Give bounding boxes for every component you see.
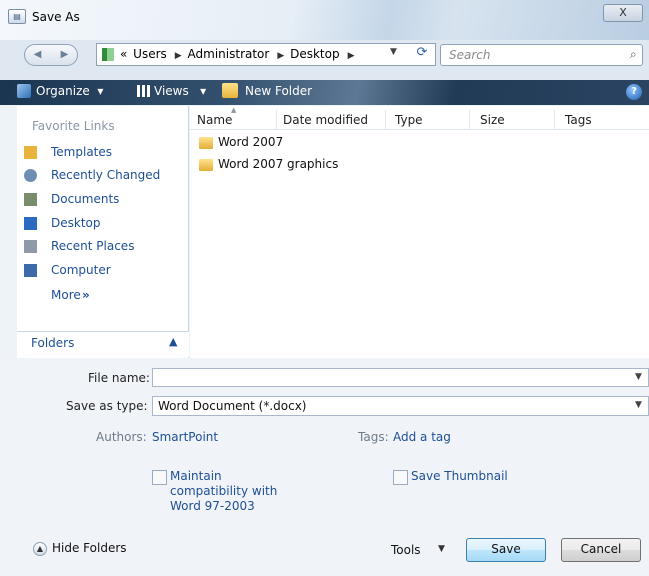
folder-icon — [24, 146, 37, 159]
cancel-button[interactable]: Cancel — [561, 538, 641, 562]
nav-item-label: Documents — [51, 192, 120, 206]
column-divider[interactable] — [276, 110, 277, 130]
file-name: Word 2007 — [218, 135, 284, 149]
save-as-type-dropdown-icon[interactable]: ▼ — [635, 400, 642, 410]
compatibility-label[interactable]: Maintain compatibility with Word 97-2003 — [170, 469, 277, 514]
recent-places-icon — [24, 240, 37, 253]
folder-icon — [199, 137, 213, 149]
nav-item-label: Desktop — [51, 216, 101, 230]
breadcrumb-chevron-icon[interactable]: ▶ — [175, 51, 182, 61]
nav-item-recent-places[interactable]: Recent Places — [22, 238, 182, 258]
recent-icon — [24, 169, 37, 182]
documents-icon — [24, 193, 37, 206]
tools-dropdown-icon[interactable]: ▼ — [438, 544, 445, 554]
window-title: Save As — [32, 10, 80, 24]
nav-item-desktop[interactable]: Desktop — [22, 215, 182, 235]
nav-item-label: Computer — [51, 263, 111, 277]
nav-item-label: Recently Changed — [51, 168, 161, 182]
compatibility-label-line: Word 97-2003 — [170, 499, 255, 513]
close-button[interactable]: X — [603, 4, 643, 22]
window-icon: ▤ — [8, 9, 26, 24]
file-row-word-2007[interactable]: Word 2007 — [199, 134, 399, 154]
column-date-modified[interactable]: Date modified — [283, 113, 368, 127]
forward-button[interactable]: ▶ — [51, 44, 78, 66]
nav-item-recently-changed[interactable]: Recently Changed — [22, 167, 182, 187]
breadcrumb-chevron-icon[interactable]: ▶ — [348, 51, 355, 61]
column-type[interactable]: Type — [395, 113, 423, 127]
nav-item-documents[interactable]: Documents — [22, 191, 182, 211]
compatibility-label-line: Maintain — [170, 469, 222, 483]
organize-label: Organize — [36, 84, 90, 98]
column-name[interactable]: Name — [197, 113, 232, 127]
search-input[interactable]: Search — [440, 44, 643, 66]
save-as-type-select[interactable]: Word Document (*.docx) — [152, 396, 649, 416]
more-link[interactable]: More — [51, 288, 81, 302]
hide-folders-button[interactable]: Hide Folders — [52, 541, 127, 555]
nav-item-label: Recent Places — [51, 239, 135, 253]
title-bar — [0, 0, 649, 40]
breadcrumb-item-administrator[interactable]: Administrator — [188, 47, 270, 61]
column-divider[interactable] — [469, 110, 470, 130]
column-size[interactable]: Size — [480, 113, 505, 127]
breadcrumb-item-desktop[interactable]: Desktop — [290, 47, 340, 61]
refresh-icon[interactable]: ⟳ — [412, 45, 432, 63]
breadcrumb-overflow[interactable]: « — [120, 47, 127, 61]
computer-icon — [24, 264, 37, 277]
desktop-icon — [24, 217, 37, 230]
tags-label: Tags: — [358, 430, 389, 444]
folders-label[interactable]: Folders — [31, 336, 74, 350]
collapse-icon[interactable]: ▲ — [33, 542, 47, 556]
compatibility-checkbox[interactable] — [152, 470, 167, 485]
back-button[interactable]: ◀ — [24, 44, 51, 66]
file-name-input[interactable] — [152, 368, 649, 387]
double-chevron-icon[interactable]: » — [82, 288, 90, 302]
file-name-label: File name: — [88, 371, 150, 385]
breadcrumb-chevron-icon[interactable]: ▶ — [277, 51, 284, 61]
column-tags[interactable]: Tags — [565, 113, 592, 127]
save-thumbnail-label[interactable]: Save Thumbnail — [411, 469, 508, 483]
search-icon[interactable]: ⌕ — [630, 47, 637, 62]
views-menu[interactable]: Views ▾ — [154, 84, 206, 98]
organize-menu[interactable]: Organize ▾ — [36, 84, 103, 98]
tags-value[interactable]: Add a tag — [393, 430, 451, 444]
folder-icon — [199, 159, 213, 171]
save-thumbnail-checkbox[interactable] — [393, 470, 408, 485]
views-label: Views — [154, 84, 189, 98]
breadcrumb: « Users ▶ Administrator ▶ Desktop ▶ — [120, 47, 357, 61]
favorite-links-heading: Favorite Links — [32, 119, 115, 133]
nav-item-label: Templates — [51, 145, 113, 159]
nav-item-computer[interactable]: Computer — [22, 262, 182, 282]
column-divider[interactable] — [554, 110, 555, 130]
new-folder-button[interactable]: New Folder — [245, 84, 312, 98]
authors-value[interactable]: SmartPoint — [152, 430, 218, 444]
file-row-word-2007-graphics[interactable]: Word 2007 graphics — [199, 156, 399, 176]
authors-label: Authors: — [96, 430, 147, 444]
address-dropdown-icon[interactable]: ▼ — [390, 47, 397, 57]
column-divider[interactable] — [385, 110, 386, 130]
file-name: Word 2007 graphics — [218, 157, 339, 171]
new-folder-icon[interactable] — [222, 83, 238, 98]
compatibility-label-line: compatibility with — [170, 484, 278, 498]
views-icon[interactable] — [137, 85, 150, 97]
location-icon — [102, 48, 114, 61]
tools-menu[interactable]: Tools — [391, 543, 421, 557]
organize-icon[interactable] — [17, 84, 31, 98]
chevron-up-icon[interactable]: ▲ — [169, 335, 177, 348]
file-name-dropdown-icon[interactable]: ▼ — [635, 372, 642, 382]
nav-item-templates[interactable]: Templates — [22, 144, 182, 164]
save-as-type-label: Save as type: — [66, 399, 148, 413]
save-button[interactable]: Save — [466, 538, 546, 562]
breadcrumb-item-users[interactable]: Users — [133, 47, 167, 61]
help-icon[interactable]: ? — [626, 84, 642, 100]
